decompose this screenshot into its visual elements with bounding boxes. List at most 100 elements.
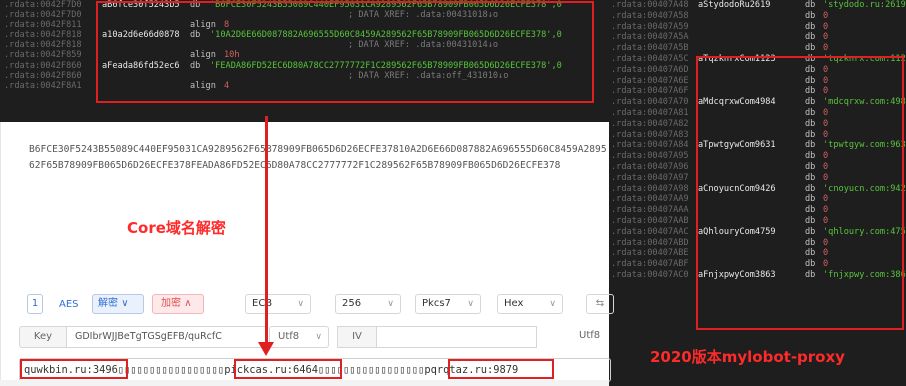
address: .rdata:0042F8A1 bbox=[4, 80, 82, 91]
address: .rdata:00407ABE bbox=[611, 248, 689, 259]
symbol-label: aCnoyucnCom9426 bbox=[698, 183, 776, 194]
string-value: 'tpwtgyw.com:9631', bbox=[823, 140, 906, 151]
core-domain-decrypt-label: Core域名解密 bbox=[127, 219, 226, 237]
zero-byte: 0 bbox=[823, 129, 829, 140]
decrypt-button[interactable]: 解密 ∨ bbox=[92, 294, 144, 314]
db-directive: db bbox=[805, 97, 816, 108]
align-directive: align bbox=[190, 80, 216, 91]
db-directive: db bbox=[190, 30, 201, 41]
encrypt-button[interactable]: 加密 ∧ bbox=[152, 294, 204, 314]
address: .rdata:00407A6E bbox=[611, 75, 689, 86]
key-label: Key bbox=[19, 326, 67, 348]
ida-line: .rdata:00407A83 db 0 bbox=[609, 130, 906, 141]
key-size-select[interactable]: 256 ∨ bbox=[335, 294, 401, 314]
address: .rdata:00407AAB bbox=[611, 215, 689, 226]
zero-byte: 0 bbox=[823, 194, 829, 205]
zero-byte: 0 bbox=[823, 172, 829, 183]
address: .rdata:0042F7D0 bbox=[4, 0, 82, 10]
db-directive: db bbox=[805, 21, 816, 32]
address: .rdata:0042F860 bbox=[4, 60, 82, 71]
mode-select[interactable]: ECB ∨ bbox=[245, 294, 311, 314]
ida-line: .rdata:0042F860 aFeada86fd52ec6 db 'FEADA86… bbox=[0, 61, 609, 71]
db-directive: db bbox=[805, 10, 816, 21]
db-directive: db bbox=[805, 64, 816, 75]
ida-line: .rdata:0042F818 ; DATA XREF: .data:004310… bbox=[0, 40, 609, 50]
decrypt-label: 解密 bbox=[98, 298, 118, 309]
format-value: Hex bbox=[504, 298, 524, 309]
address: .rdata:00407A59 bbox=[611, 21, 689, 32]
algorithm-label[interactable]: AES bbox=[59, 294, 79, 316]
zero-byte: 0 bbox=[823, 161, 829, 172]
db-directive: db bbox=[805, 32, 816, 43]
ida-line: .rdata:00407A84 aTpwtgywCom9631 db 'tpwtgyw… bbox=[609, 140, 906, 151]
db-directive: db bbox=[805, 140, 816, 151]
ida-disassembly-left: .rdata:0042F7D0 aB6fce30f5243b5 db 'B6FCE30… bbox=[0, 0, 609, 122]
result-domain-2: pickcas.ru:6464 bbox=[224, 364, 319, 376]
align-value: 4 bbox=[224, 80, 230, 91]
db-directive: db bbox=[805, 0, 816, 10]
zero-byte: 0 bbox=[823, 205, 829, 216]
db-directive: db bbox=[805, 259, 816, 270]
ida-line: .rdata:00407ABD db 0 bbox=[609, 238, 906, 249]
ida-line: .rdata:00407ABF db 0 bbox=[609, 259, 906, 270]
format-select[interactable]: Hex ∨ bbox=[497, 294, 563, 314]
align-directive: align bbox=[190, 50, 216, 61]
annotation-arrow-head bbox=[258, 342, 274, 356]
address: .rdata:0042F818 bbox=[4, 30, 82, 41]
ida-line: .rdata:00407A6F db 0 bbox=[609, 86, 906, 97]
db-directive: db bbox=[805, 75, 816, 86]
ida-line: .rdata:0042F8A1 align 4 bbox=[0, 81, 609, 91]
ida-line: .rdata:00407A6E db 0 bbox=[609, 76, 906, 87]
db-directive: db bbox=[805, 237, 816, 248]
db-directive: db bbox=[805, 161, 816, 172]
chevron-down-icon: ∨ bbox=[387, 299, 394, 309]
ida-line: .rdata:0042F860 ; DATA XREF: .data:off_43… bbox=[0, 71, 609, 81]
string-value: 'fnjxpwy.com:3863', bbox=[823, 269, 906, 280]
symbol-label: aB6fce30f5243b5 bbox=[102, 0, 180, 10]
chevron-down-icon: ∨ bbox=[315, 332, 322, 342]
db-directive: db bbox=[805, 53, 816, 64]
symbol-label: aMdcqrxwCom4984 bbox=[698, 97, 776, 108]
db-directive: db bbox=[805, 269, 816, 280]
ida-line: .rdata:00407A81 db 0 bbox=[609, 108, 906, 119]
ida-line: .rdata:00407AAC aQhlouryCom4759 db 'qhloury… bbox=[609, 227, 906, 238]
result-separator: ▯▯▯▯▯▯▯▯▯▯▯▯▯▯▯▯▯ bbox=[117, 364, 225, 376]
address: .rdata:0042F818 bbox=[4, 40, 82, 51]
key-encoding-select[interactable]: Utf8 ∨ bbox=[269, 326, 329, 348]
iv-encoding-value: Utf8 bbox=[579, 330, 601, 341]
address: .rdata:00407A95 bbox=[611, 151, 689, 162]
address: .rdata:0042F811 bbox=[4, 20, 82, 31]
string-value: 'B6FCE30F5243B55089C440EF95031CA9289562F… bbox=[210, 0, 562, 10]
db-directive: db bbox=[805, 172, 816, 183]
address: .rdata:00407A6F bbox=[611, 86, 689, 97]
padding-select[interactable]: Pkcs7 ∨ bbox=[415, 294, 481, 314]
swap-button[interactable]: ⇆ bbox=[586, 294, 614, 314]
iv-input[interactable] bbox=[377, 326, 537, 348]
key-input[interactable]: GDIbrWJJBeTgTGSgEFB/quRcfC bbox=[67, 326, 267, 348]
ida-line: .rdata:00407AAA db 0 bbox=[609, 205, 906, 216]
line-number-badge: 1 bbox=[27, 294, 43, 314]
swap-icon: ⇆ bbox=[595, 298, 605, 309]
iv-label: IV bbox=[337, 326, 377, 348]
address: .rdata:00407A81 bbox=[611, 107, 689, 118]
symbol-label: aFnjxpwyCom3863 bbox=[698, 269, 776, 280]
address: .rdata:0042F7D0 bbox=[4, 10, 82, 21]
ciphertext-input[interactable]: B6FCE30F5243B55089C440EF95031CA9289562F6… bbox=[29, 142, 609, 174]
address: .rdata:00407A48 bbox=[611, 0, 689, 10]
decrypt-result[interactable]: quwkbin.ru:3496▯▯▯▯▯▯▯▯▯▯▯▯▯▯▯▯▯pickcas.… bbox=[19, 358, 611, 382]
symbol-label: aFeada86fd52ec6 bbox=[102, 60, 180, 71]
cipher-toolbar: 1 AES 解密 ∨ 加密 ∧ ECB ∨ 256 ∨ Pkcs7 ∨ Hex … bbox=[19, 294, 619, 318]
ida-line: .rdata:00407A58 db 0 bbox=[609, 11, 906, 22]
chevron-down-icon: ∨ bbox=[121, 298, 129, 309]
address: .rdata:00407AA9 bbox=[611, 194, 689, 205]
chevron-down-icon: ∨ bbox=[297, 299, 304, 309]
padding-value: Pkcs7 bbox=[422, 298, 451, 309]
key-iv-row: Key GDIbrWJJBeTgTGSgEFB/quRcfC Utf8 ∨ IV… bbox=[19, 326, 609, 348]
address: .rdata:00407A82 bbox=[611, 118, 689, 129]
iv-encoding-select[interactable]: Utf8 bbox=[579, 326, 609, 348]
db-directive: db bbox=[805, 183, 816, 194]
xref-comment: ; DATA XREF: .data:off_431010↓o bbox=[348, 70, 509, 81]
zero-byte: 0 bbox=[823, 237, 829, 248]
ida-line: .rdata:00407A6D db 0 bbox=[609, 65, 906, 76]
ida-line: .rdata:00407A70 aMdcqrxwCom4984 db 'mdcqrxw… bbox=[609, 97, 906, 108]
